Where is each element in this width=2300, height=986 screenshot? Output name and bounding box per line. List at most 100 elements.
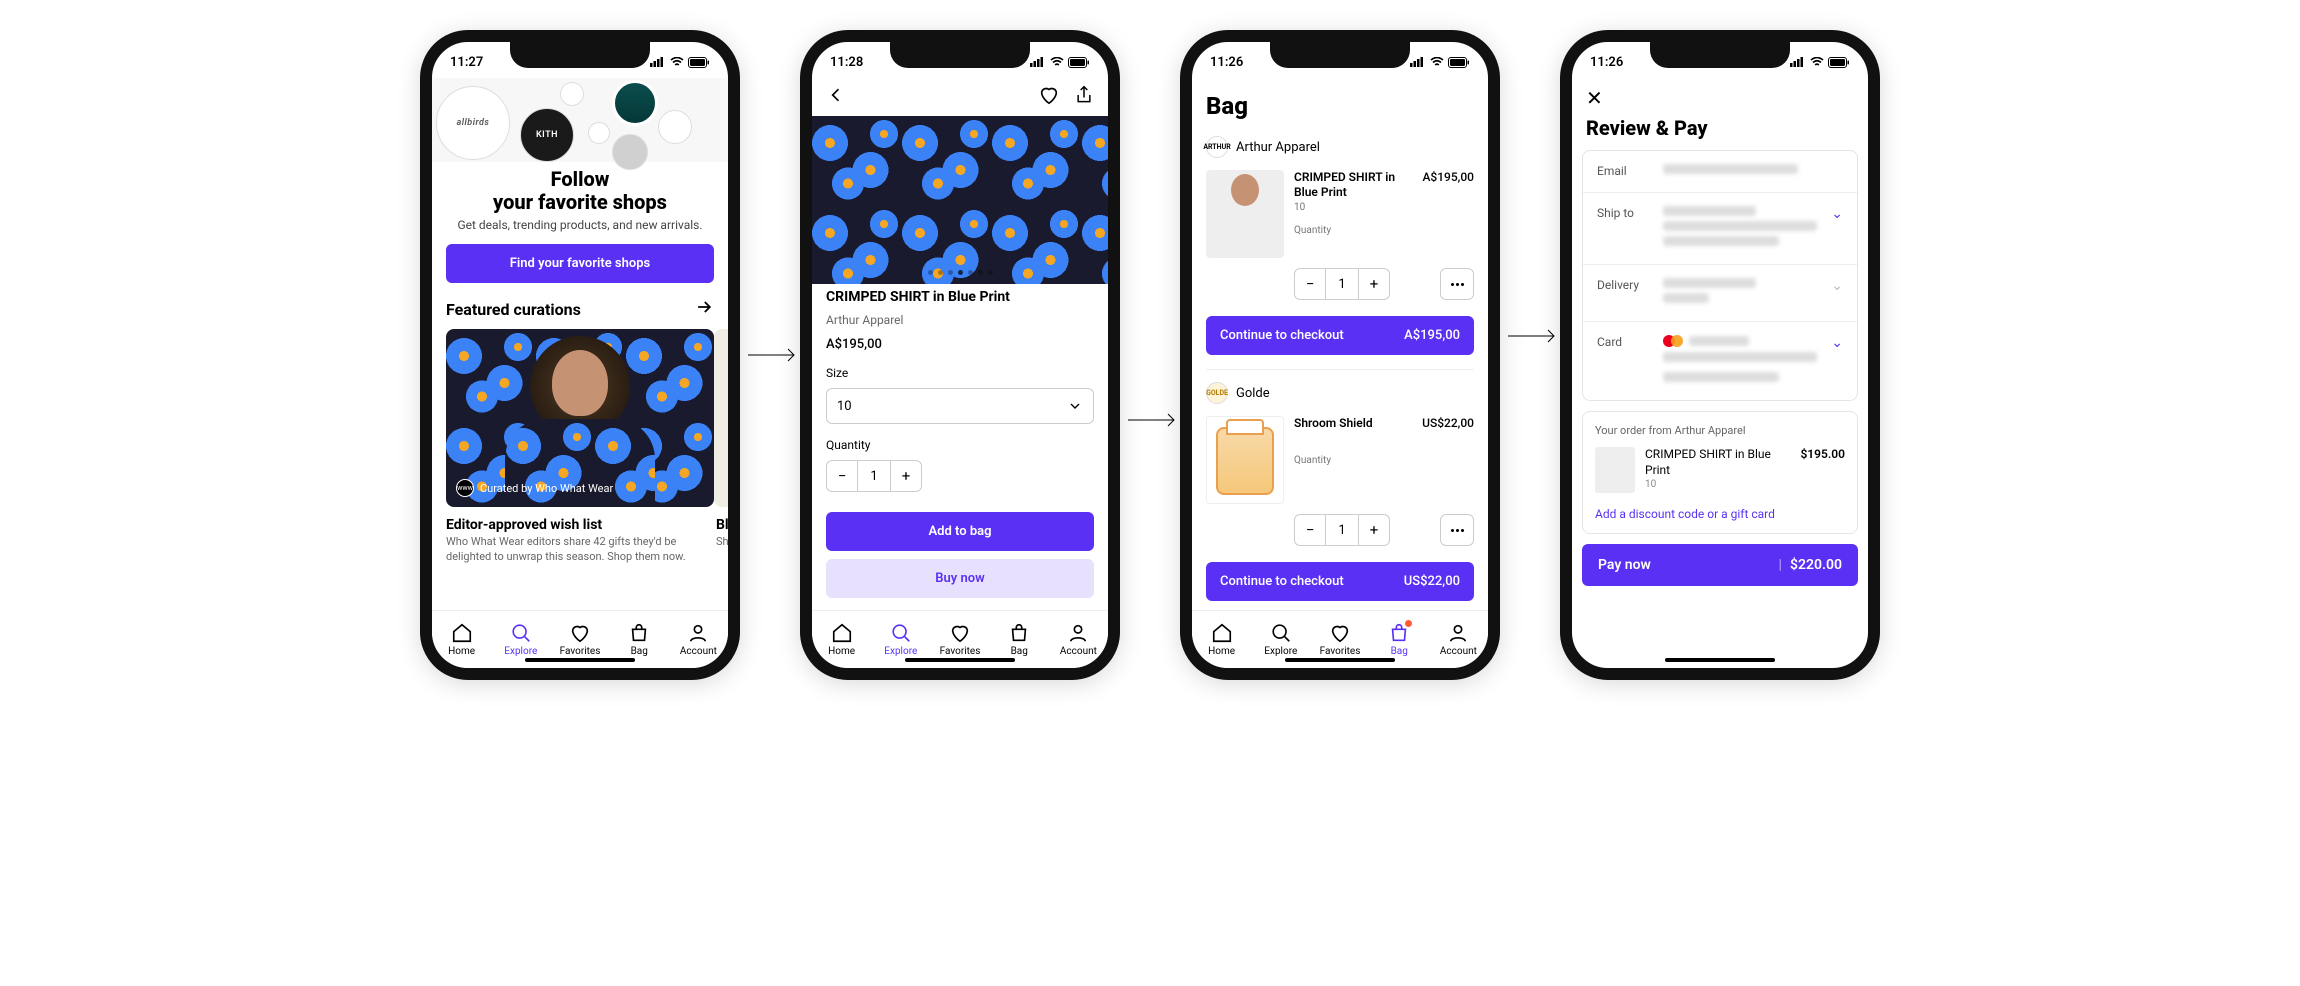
divider [1206, 369, 1474, 370]
curation-card[interactable]: www Curated by Who What Wear [446, 329, 714, 507]
brand-bubble[interactable] [658, 110, 692, 144]
product-image[interactable] [812, 116, 1108, 284]
order-from: Your order from Arthur Apparel [1595, 424, 1845, 437]
user-icon [687, 622, 709, 644]
bag-line-item: CRIMPED SHIRT in Blue Print 10 Quantity … [1192, 166, 1488, 268]
tab-home[interactable]: Home [432, 611, 491, 668]
share-button[interactable] [1074, 84, 1094, 110]
home-icon [1211, 622, 1233, 644]
qty-decrease[interactable]: − [1294, 514, 1326, 546]
quantity-stepper: − 1 + [826, 460, 1094, 492]
merchant-header[interactable]: GOLDE Golde [1192, 374, 1488, 412]
clock: 11:26 [1590, 55, 1623, 70]
item-title: Shroom Shield [1294, 416, 1412, 431]
status-icons [1410, 57, 1470, 68]
more-button[interactable] [1440, 268, 1474, 300]
page-title: Bag [1192, 78, 1488, 128]
search-icon [510, 622, 532, 644]
brand-bubble[interactable]: allbirds [436, 86, 510, 160]
size-value: 10 [837, 399, 852, 414]
item-thumb[interactable] [1206, 170, 1284, 258]
image-pagination [812, 270, 1108, 275]
email-row[interactable]: Email [1583, 151, 1857, 193]
item-thumb [1595, 447, 1635, 493]
row-label: Delivery [1597, 278, 1649, 292]
checkout-button[interactable]: Continue to checkout A$195,00 [1206, 316, 1474, 355]
brand-bubble[interactable]: KITH [520, 108, 574, 162]
qty-label: Quantity [1294, 225, 1412, 236]
item-thumb[interactable] [1206, 416, 1284, 504]
row-label: Email [1597, 164, 1649, 178]
checkout-button[interactable]: Continue to checkout US$22,00 [1206, 562, 1474, 601]
shipto-row[interactable]: Ship to ⌄ [1583, 193, 1857, 265]
notch [510, 42, 650, 68]
search-icon [1270, 622, 1292, 644]
qty-increase[interactable]: + [1358, 268, 1390, 300]
qty-decrease[interactable]: − [1294, 268, 1326, 300]
delivery-row[interactable]: Delivery ⌄ [1583, 265, 1857, 322]
section-header: Featured curations [432, 283, 728, 329]
buy-now-button[interactable]: Buy now [826, 559, 1094, 598]
heart-icon [949, 622, 971, 644]
tab-home[interactable]: Home [1192, 611, 1251, 668]
user-icon [1067, 622, 1089, 644]
bag-icon [628, 622, 650, 644]
headline-line2: your favorite shops [493, 190, 667, 214]
card-row[interactable]: Card ⌄ [1583, 322, 1857, 400]
item-price: US$22,00 [1422, 416, 1474, 504]
qty-increase[interactable]: + [1358, 514, 1390, 546]
brand-bubble[interactable] [560, 82, 584, 106]
order-item: CRIMPED SHIRT in Blue Print 10 $195.00 [1595, 447, 1845, 493]
search-icon [890, 622, 912, 644]
close-button[interactable]: ✕ [1586, 86, 1854, 110]
item-price: A$195,00 [1422, 170, 1474, 258]
curation-badge: www Curated by Who What Wear [456, 479, 613, 497]
home-icon [831, 622, 853, 644]
pay-now-button[interactable]: Pay now |$220.00 [1582, 544, 1858, 586]
status-icons [1790, 57, 1850, 68]
quantity-stepper: − 1 + [1294, 268, 1390, 300]
row-label: Card [1597, 335, 1649, 349]
qty-decrease[interactable]: − [826, 460, 858, 492]
brand-bubble[interactable] [588, 122, 610, 144]
phone-review-pay: 11:26 ✕ Review & Pay Email Ship to ⌄ [1560, 30, 1880, 680]
heart-icon [569, 622, 591, 644]
heart-icon [1329, 622, 1351, 644]
back-button[interactable] [826, 85, 846, 109]
page-title: Review & Pay [1586, 116, 1854, 140]
brand-bubbles: allbirds KITH [432, 78, 728, 162]
tab-home[interactable]: Home [812, 611, 871, 668]
quantity-stepper: − 1 + [1294, 514, 1390, 546]
tab-account[interactable]: Account [1429, 611, 1488, 668]
home-indicator [905, 658, 1015, 662]
discount-link[interactable]: Add a discount code or a gift card [1595, 507, 1845, 521]
status-icons [650, 57, 710, 68]
follow-heading: Followyour favorite shops Get deals, tre… [432, 162, 728, 244]
order-summary-card: Your order from Arthur Apparel CRIMPED S… [1582, 411, 1858, 534]
phone-bag: 11:26 Bag ARTHUR Arthur Apparel CRIMPED … [1180, 30, 1500, 680]
favorite-button[interactable] [1038, 84, 1060, 110]
clock: 11:27 [450, 55, 483, 70]
subheadline: Get deals, trending products, and new ar… [452, 218, 708, 232]
merchant-header[interactable]: ARTHUR Arthur Apparel [1192, 128, 1488, 166]
item-variant: 10 [1294, 202, 1412, 213]
qty-label: Quantity [1294, 455, 1412, 466]
find-shops-button[interactable]: Find your favorite shops [446, 244, 714, 283]
chevron-down-icon: ⌄ [1831, 206, 1843, 222]
clock: 11:26 [1210, 55, 1243, 70]
product-title: CRIMPED SHIRT in Blue Print [826, 289, 1094, 305]
checkout-info-card: Email Ship to ⌄ Delivery ⌄ Card [1582, 150, 1858, 401]
brand-bubble[interactable] [612, 134, 648, 170]
tab-account[interactable]: Account [669, 611, 728, 668]
arrow-right-icon[interactable] [694, 297, 714, 321]
brand-bubble[interactable] [612, 80, 658, 126]
add-to-bag-button[interactable]: Add to bag [826, 512, 1094, 551]
qty-increase[interactable]: + [890, 460, 922, 492]
home-indicator [1665, 658, 1775, 662]
qty-value: 1 [1326, 268, 1358, 300]
size-select[interactable]: 10 [826, 388, 1094, 424]
chevron-down-icon: ⌄ [1831, 335, 1843, 351]
more-button[interactable] [1440, 514, 1474, 546]
tab-account[interactable]: Account [1049, 611, 1108, 668]
product-brand[interactable]: Arthur Apparel [826, 313, 1094, 327]
